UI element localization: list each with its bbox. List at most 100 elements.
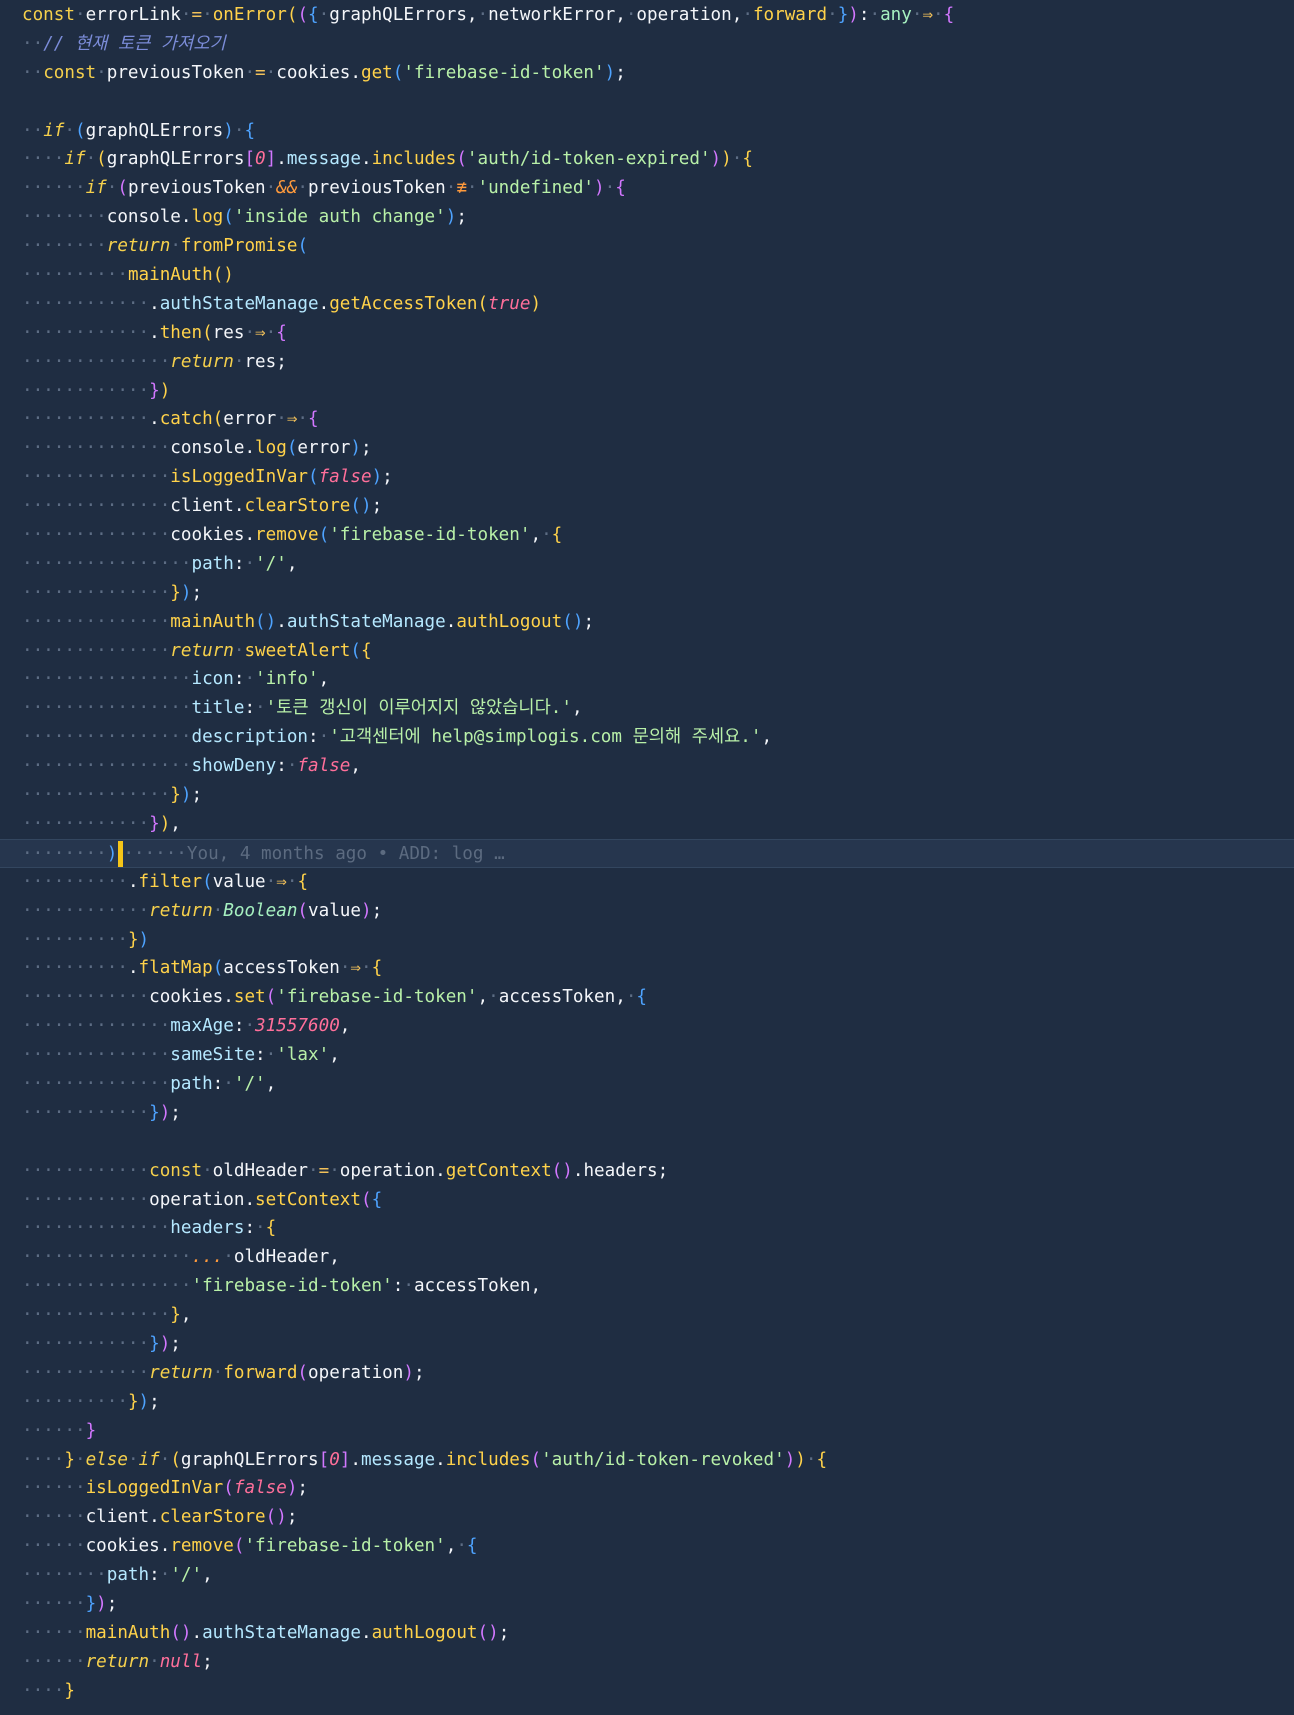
indent-guide: ·············· <box>22 1218 171 1239</box>
whitespace: · <box>244 322 256 343</box>
code-line[interactable]: ················icon:·'info', <box>0 665 1294 694</box>
whitespace: · <box>827 5 838 25</box>
code-line[interactable]: const·errorLink·=·onError(({·graphQLErro… <box>0 1 1294 30</box>
bracket-token: ) <box>784 1449 796 1470</box>
identifier-token: previousToken <box>127 178 266 199</box>
code-line[interactable]: ······cookies.remove('firebase-id-token'… <box>0 1532 1294 1561</box>
code-line[interactable]: ······} <box>0 1417 1294 1446</box>
indent-guide: ················ <box>22 727 192 748</box>
bracket-token: { <box>615 178 626 199</box>
code-line[interactable]: ··············sameSite:·'lax', <box>0 1041 1294 1070</box>
whitespace: · <box>445 178 457 199</box>
code-line[interactable]: ··············headers:·{ <box>0 1214 1294 1243</box>
punctuation-token: . <box>127 958 139 979</box>
property-token: description <box>191 727 309 748</box>
code-line[interactable]: ········path:·'/', <box>0 1561 1294 1590</box>
code-line[interactable]: ········console.log('inside auth change'… <box>0 203 1294 232</box>
code-line[interactable]: ··const·previousToken·=·cookies.get('fir… <box>0 59 1294 88</box>
punctuation-token: , <box>286 553 298 574</box>
code-line[interactable]: ············.authStateManage.getAccessTo… <box>0 290 1294 319</box>
code-line[interactable]: ··········.filter(value·⇒·{ <box>0 868 1294 897</box>
code-line[interactable]: ············return·forward(operation); <box>0 1359 1294 1388</box>
indent-guide: ·············· <box>22 1073 171 1094</box>
code-line[interactable]: ··············}, <box>0 1301 1294 1330</box>
code-line[interactable]: ······if·(previousToken·&&·previousToken… <box>0 174 1294 203</box>
code-line[interactable]: ··// 현재 토큰 가져오기 <box>0 30 1294 59</box>
bracket-token: ) <box>159 1333 171 1354</box>
whitespace: · <box>911 5 923 25</box>
method-token: setContext <box>255 1189 361 1210</box>
code-line[interactable] <box>0 1128 1294 1157</box>
code-line[interactable]: ··············}); <box>0 781 1294 810</box>
code-editor[interactable]: const·errorLink·=·onError(({·graphQLErro… <box>0 0 1294 1715</box>
git-blame-annotation: You, 4 months ago • ADD: log … <box>186 843 505 864</box>
operator-token: ⇒ <box>350 958 361 979</box>
code-line[interactable]: ······mainAuth().authStateManage.authLog… <box>0 1619 1294 1648</box>
code-line[interactable]: ········return·fromPromise( <box>0 232 1294 261</box>
code-line[interactable]: ············operation.setContext({ <box>0 1186 1294 1215</box>
code-line[interactable]: ··········}); <box>0 1388 1294 1417</box>
code-line[interactable]: ················showDeny:·false, <box>0 752 1294 781</box>
code-line[interactable]: ················...·oldHeader, <box>0 1243 1294 1272</box>
code-line[interactable]: ············}); <box>0 1330 1294 1359</box>
code-line[interactable]: ······}); <box>0 1590 1294 1619</box>
identifier-token: operation <box>308 1362 404 1383</box>
indent-guide: ···· <box>22 149 65 170</box>
code-line[interactable]: ············}) <box>0 377 1294 406</box>
punctuation-token: . <box>223 987 234 1008</box>
whitespace: · <box>244 669 256 690</box>
code-line[interactable]: ················description:·'고객센터에 help… <box>0 723 1294 752</box>
code-line[interactable]: ····} <box>0 1677 1294 1706</box>
punctuation-token: ; <box>276 351 287 372</box>
code-line[interactable]: ··············cookies.remove('firebase-i… <box>0 521 1294 550</box>
code-line[interactable]: ······isLoggedInVar(false); <box>0 1474 1294 1503</box>
code-line[interactable]: ··············return·sweetAlert({ <box>0 637 1294 666</box>
code-line[interactable]: ··········.flatMap(accessToken·⇒·{ <box>0 954 1294 983</box>
code-line[interactable]: ············.then(res·⇒·{ <box>0 319 1294 348</box>
code-line[interactable]: ················title:·'토큰 갱신이 이루어지지 않았습… <box>0 694 1294 723</box>
whitespace: · <box>541 525 552 546</box>
code-line[interactable]: ··············mainAuth().authStateManage… <box>0 608 1294 637</box>
whitespace: · <box>265 871 277 892</box>
punctuation-token: . <box>244 1189 256 1210</box>
code-line[interactable]: ······client.clearStore(); <box>0 1503 1294 1532</box>
control-keyword-token: if <box>64 149 86 170</box>
identifier-token: cookies <box>85 1536 160 1557</box>
indent-guide: ······ <box>22 1420 86 1441</box>
bracket-token: ) <box>848 5 859 25</box>
punctuation-token: : <box>149 1565 160 1586</box>
code-line[interactable]: ··············path:·'/', <box>0 1070 1294 1099</box>
punctuation-token: ; <box>191 582 203 603</box>
punctuation-token: , <box>318 669 330 690</box>
code-line[interactable]: ············cookies.set('firebase-id-tok… <box>0 983 1294 1012</box>
code-line[interactable] <box>0 88 1294 117</box>
code-line[interactable]: ··········}) <box>0 926 1294 955</box>
current-code-line[interactable]: ········) ······You, 4 months ago • ADD: … <box>0 838 1294 868</box>
indent-guide: ·············· <box>22 785 171 806</box>
indent-guide: ······ <box>22 1536 86 1557</box>
code-line[interactable]: ··············}); <box>0 579 1294 608</box>
punctuation-token: ; <box>382 467 393 488</box>
code-line[interactable]: ················path:·'/', <box>0 550 1294 579</box>
code-line[interactable]: ··············isLoggedInVar(false); <box>0 463 1294 492</box>
code-line[interactable]: ············}), <box>0 810 1294 839</box>
code-line[interactable]: ··············return·res; <box>0 348 1294 377</box>
code-line[interactable]: ············}); <box>0 1099 1294 1128</box>
code-line[interactable]: ··if·(graphQLErrors)·{ <box>0 117 1294 146</box>
bracket-token: ) <box>106 843 118 864</box>
punctuation-token: . <box>149 409 160 430</box>
code-line[interactable]: ············return·Boolean(value); <box>0 897 1294 926</box>
code-line[interactable]: ············const·oldHeader·=·operation.… <box>0 1157 1294 1186</box>
code-line[interactable]: ················'firebase-id-token':·acc… <box>0 1272 1294 1301</box>
code-line[interactable]: ··············console.log(error); <box>0 434 1294 463</box>
whitespace: · <box>286 871 298 892</box>
punctuation-token: ; <box>413 1362 425 1383</box>
code-line[interactable]: ··············maxAge:·31557600, <box>0 1012 1294 1041</box>
code-line[interactable]: ····}·else·if·(graphQLErrors[0].message.… <box>0 1446 1294 1475</box>
code-line[interactable]: ············.catch(error·⇒·{ <box>0 405 1294 434</box>
code-line[interactable]: ··········mainAuth() <box>0 261 1294 290</box>
code-line[interactable]: ····if·(graphQLErrors[0].message.include… <box>0 145 1294 174</box>
code-line[interactable]: ······return·null; <box>0 1648 1294 1677</box>
punctuation-token: ; <box>149 1391 160 1412</box>
code-line[interactable]: ··············client.clearStore(); <box>0 492 1294 521</box>
